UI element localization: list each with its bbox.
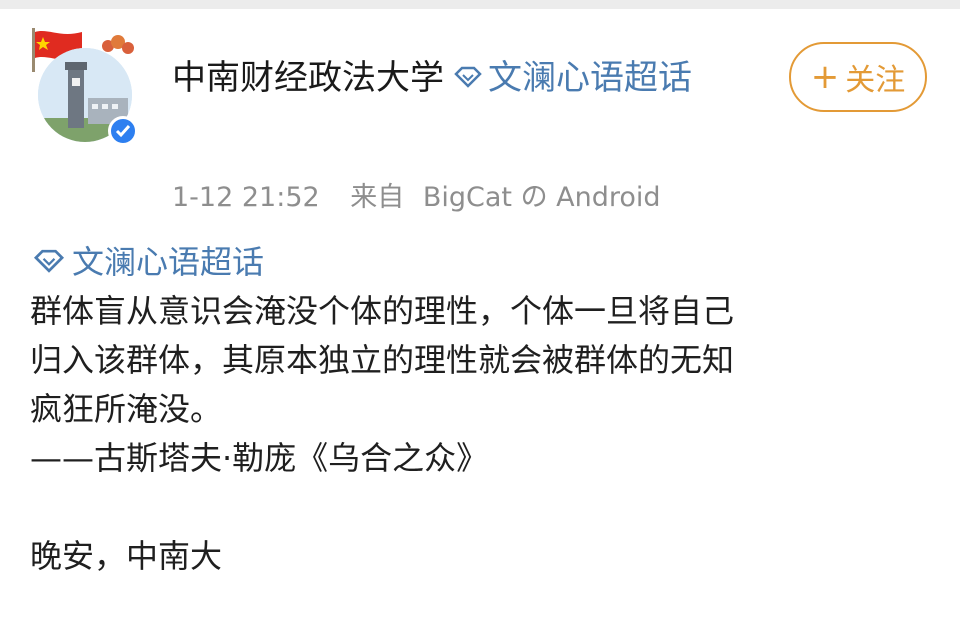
content-topic-line[interactable]: 文澜心语超话 — [30, 238, 930, 287]
post-content: 文澜心语超话 群体盲从意识会淹没个体的理性，个体一旦将自己 归入该群体，其原本独… — [30, 238, 930, 581]
status-strip — [0, 0, 960, 9]
content-quote-attribution: ——古斯塔夫·勒庞《乌合之众》 — [30, 439, 489, 477]
content-line: 群体盲从意识会淹没个体的理性，个体一旦将自己 — [30, 292, 735, 330]
post-timestamp: 1-12 21:52 — [172, 182, 320, 213]
content-supertopic-link[interactable]: 文澜心语超话 — [72, 243, 264, 281]
source-prefix: 来自 — [350, 182, 405, 213]
author-supertopic-link[interactable]: 文澜心语超话 — [488, 58, 692, 98]
follow-plus: + — [810, 57, 840, 97]
content-line: 归入该群体，其原本独立的理性就会被群体的无知 — [30, 341, 735, 379]
content-line: 疯狂所淹没。 — [30, 390, 223, 428]
author-name[interactable]: 中南财经政法大学 — [172, 58, 444, 98]
follow-button[interactable]: + 关注 — [789, 42, 927, 112]
avatar[interactable] — [28, 28, 138, 146]
content-line: 晚安，中南大 — [30, 537, 223, 575]
follow-label: 关注 — [845, 63, 906, 98]
supertopic-diamond-icon — [454, 66, 482, 88]
verified-icon — [108, 116, 138, 146]
post-source[interactable]: BigCat の Android — [423, 182, 661, 213]
author-line: 中南财经政法大学 文澜心语超话 — [172, 48, 757, 108]
post-meta: 1-12 21:52 来自 BigCat の Android — [172, 175, 683, 214]
tree-decoration-icon — [102, 35, 134, 54]
supertopic-diamond-icon — [33, 249, 65, 273]
